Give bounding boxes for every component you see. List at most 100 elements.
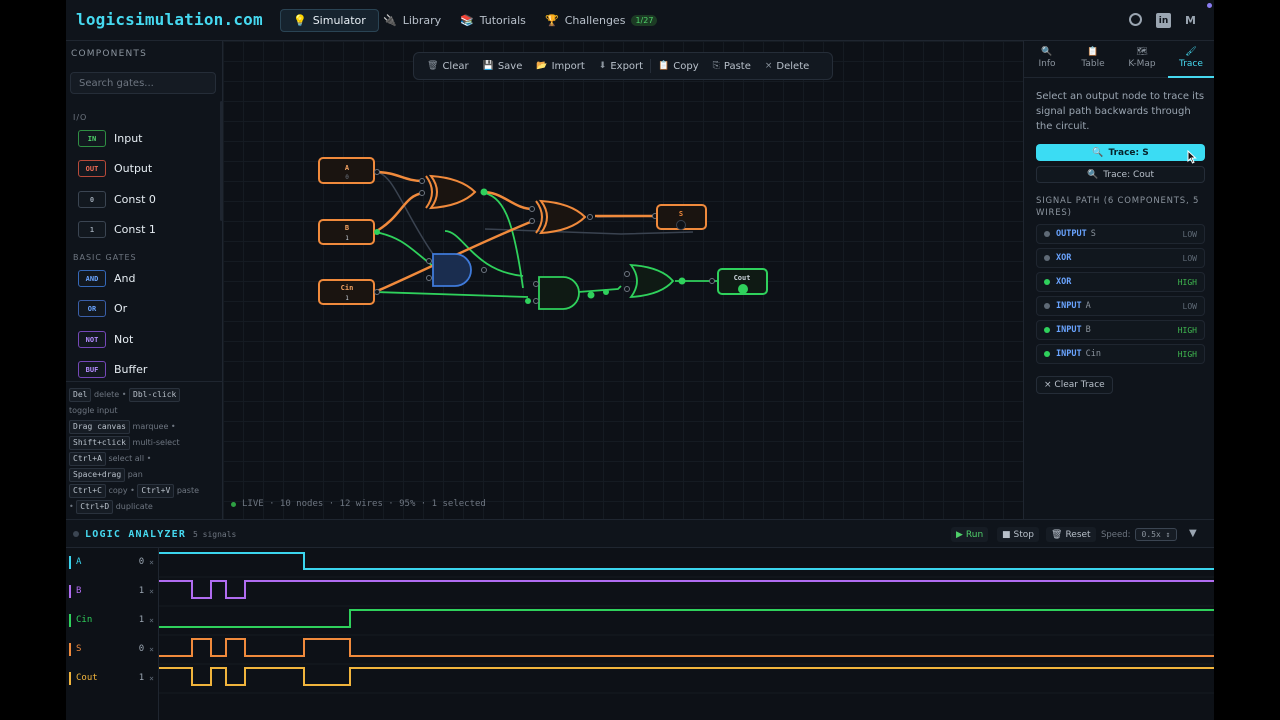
component-label: Or — [114, 302, 128, 315]
path-kind: OUTPUT — [1056, 229, 1087, 239]
signal-row-b[interactable]: B 1 × — [69, 584, 154, 598]
wire-b-and[interactable] — [374, 231, 434, 267]
signal-row-cin[interactable]: Cin 1 × — [69, 613, 154, 627]
stop-icon: ■ — [1002, 529, 1011, 540]
trace-cout-button[interactable]: 🔍 Trace: Cout — [1036, 166, 1205, 183]
nav-library[interactable]: 🔌 Library — [371, 9, 453, 32]
path-kind: XOR — [1056, 277, 1072, 287]
trace-s-button[interactable]: 🔍 Trace: S — [1036, 144, 1205, 161]
io-section-title: I/O — [73, 113, 88, 122]
plug-icon: 🔌 — [383, 14, 397, 27]
tab-trace[interactable]: 🖌 Trace — [1168, 46, 1214, 70]
output-node-s[interactable]: S — [656, 204, 707, 230]
kbd-drag: Drag canvas — [69, 420, 130, 434]
input-node-cin[interactable]: Cin 1 — [318, 279, 375, 305]
path-row-input-b[interactable]: INPUT B HIGH — [1036, 320, 1205, 340]
path-kind: INPUT — [1056, 301, 1082, 311]
linkedin-icon[interactable]: in — [1156, 13, 1171, 28]
component-label: Const 1 — [114, 223, 156, 236]
run-button[interactable]: ▶ Run — [951, 527, 989, 542]
xor-gate-1[interactable] — [425, 174, 477, 210]
clear-trace-button[interactable]: × Clear Trace — [1036, 376, 1113, 394]
component-output[interactable]: OUT Output — [78, 160, 152, 177]
import-button[interactable]: 📂 Import — [529, 61, 591, 72]
path-row-input-a[interactable]: INPUT A LOW — [1036, 296, 1205, 316]
input-node-b[interactable]: B 1 — [318, 219, 375, 245]
signal-row-s[interactable]: S 0 × — [69, 642, 154, 656]
path-name: S — [1090, 229, 1096, 239]
level-dot — [1044, 279, 1050, 285]
signal-row-cout[interactable]: Cout 1 × — [69, 671, 154, 685]
copy-button[interactable]: 📋 Copy — [651, 61, 706, 72]
shortcut-desc: duplicate — [115, 502, 153, 511]
wire-a-and[interactable] — [374, 171, 434, 255]
clear-button[interactable]: 🗑 Clear — [420, 61, 476, 72]
circuit-canvas[interactable]: A 0 B 1 Cin 1 S Cout 🗑 Clear 💾 Save 📂 Im… — [223, 41, 1023, 519]
path-row-xor-1[interactable]: XOR LOW — [1036, 248, 1205, 268]
remove-signal-icon[interactable]: × — [149, 674, 154, 683]
signal-value: 0 — [138, 557, 145, 567]
waveform-cout — [159, 667, 1214, 686]
nav-simulator[interactable]: 💡 Simulator — [280, 9, 379, 32]
node-value: 0 — [345, 174, 349, 181]
close-icon: × — [764, 61, 773, 71]
button-label: Run — [965, 529, 984, 540]
component-and[interactable]: AND And — [78, 270, 135, 287]
reset-button[interactable]: 🗑 Reset — [1046, 527, 1096, 542]
stepper-icon: ↕ — [1165, 530, 1171, 539]
tab-info[interactable]: 🔍 Info — [1024, 46, 1070, 70]
export-button[interactable]: ⬇ Export — [592, 61, 650, 72]
github-icon[interactable] — [1129, 13, 1142, 26]
paste-button[interactable]: ⎘ Paste — [706, 61, 758, 72]
analyzer-header: LOGIC ANALYZER 5 signals ▶ Run ■ Stop 🗑 Res… — [66, 520, 1214, 548]
tab-table[interactable]: 📋 Table — [1070, 46, 1116, 70]
input-node-a[interactable]: A 0 — [318, 157, 375, 184]
top-bar: logicsimulation.com 💡 Simulator 🔌 Librar… — [66, 0, 1214, 41]
magnifier-icon: 🔍 — [1086, 169, 1099, 180]
delete-button[interactable]: × Delete — [758, 61, 816, 72]
component-buffer[interactable]: BUF Buffer — [78, 361, 147, 378]
xor-gate-2[interactable] — [535, 199, 587, 235]
or-gate[interactable] — [629, 263, 675, 299]
inspector-panel: 🔍 Info 📋 Table 🗺 K-Map 🖌 Trace Select an out… — [1023, 41, 1214, 519]
component-not[interactable]: NOT Not — [78, 331, 133, 348]
path-kind: INPUT — [1056, 349, 1082, 359]
search-gates-input[interactable] — [70, 72, 216, 94]
waveform-b — [159, 580, 1214, 599]
save-button[interactable]: 💾 Save — [476, 61, 530, 72]
and-gate-1[interactable] — [432, 253, 472, 287]
level-dot — [1044, 351, 1050, 357]
stop-button[interactable]: ■ Stop — [997, 527, 1039, 542]
and-gate-2[interactable] — [538, 276, 580, 310]
wire-and2-or[interactable] — [577, 285, 622, 293]
notification-dot — [1207, 3, 1212, 8]
path-row-output-s[interactable]: OUTPUT S LOW — [1036, 224, 1205, 244]
wire-a-xor1[interactable] — [374, 170, 424, 183]
kbd-space: Space+drag — [69, 468, 126, 482]
component-const0[interactable]: 0 Const 0 — [78, 191, 156, 208]
component-label: Not — [114, 333, 134, 346]
tab-kmap[interactable]: 🗺 K-Map — [1119, 46, 1165, 70]
waveform-display[interactable] — [159, 548, 1214, 720]
wire-cin-and2[interactable] — [374, 291, 529, 298]
remove-signal-icon[interactable]: × — [149, 645, 154, 654]
component-or[interactable]: OR Or — [78, 300, 127, 317]
site-logo[interactable]: logicsimulation.com — [76, 10, 263, 29]
remove-signal-icon[interactable]: × — [149, 558, 154, 567]
path-row-xor-2[interactable]: XOR HIGH — [1036, 272, 1205, 292]
medium-icon[interactable]: M — [1183, 13, 1198, 28]
collapse-chevron-icon[interactable]: ▼ — [1189, 528, 1197, 539]
folder-icon: 📂 — [536, 61, 548, 71]
signal-row-a[interactable]: A 0 × — [69, 555, 154, 569]
floppy-icon: 💾 — [482, 61, 494, 71]
nav-tutorials[interactable]: 📚 Tutorials — [448, 9, 538, 32]
path-row-input-cin[interactable]: INPUT Cin HIGH — [1036, 344, 1205, 364]
kbd-ctrlv: Ctrl+V — [137, 484, 175, 498]
component-const1[interactable]: 1 Const 1 — [78, 221, 156, 238]
remove-signal-icon[interactable]: × — [149, 616, 154, 625]
remove-signal-icon[interactable]: × — [149, 587, 154, 596]
nav-challenges[interactable]: 🏆 Challenges 1/27 — [533, 9, 669, 32]
output-node-cout[interactable]: Cout — [717, 268, 768, 295]
component-input[interactable]: IN Input — [78, 130, 142, 147]
speed-select[interactable]: 0.5x ↕ — [1135, 528, 1177, 541]
